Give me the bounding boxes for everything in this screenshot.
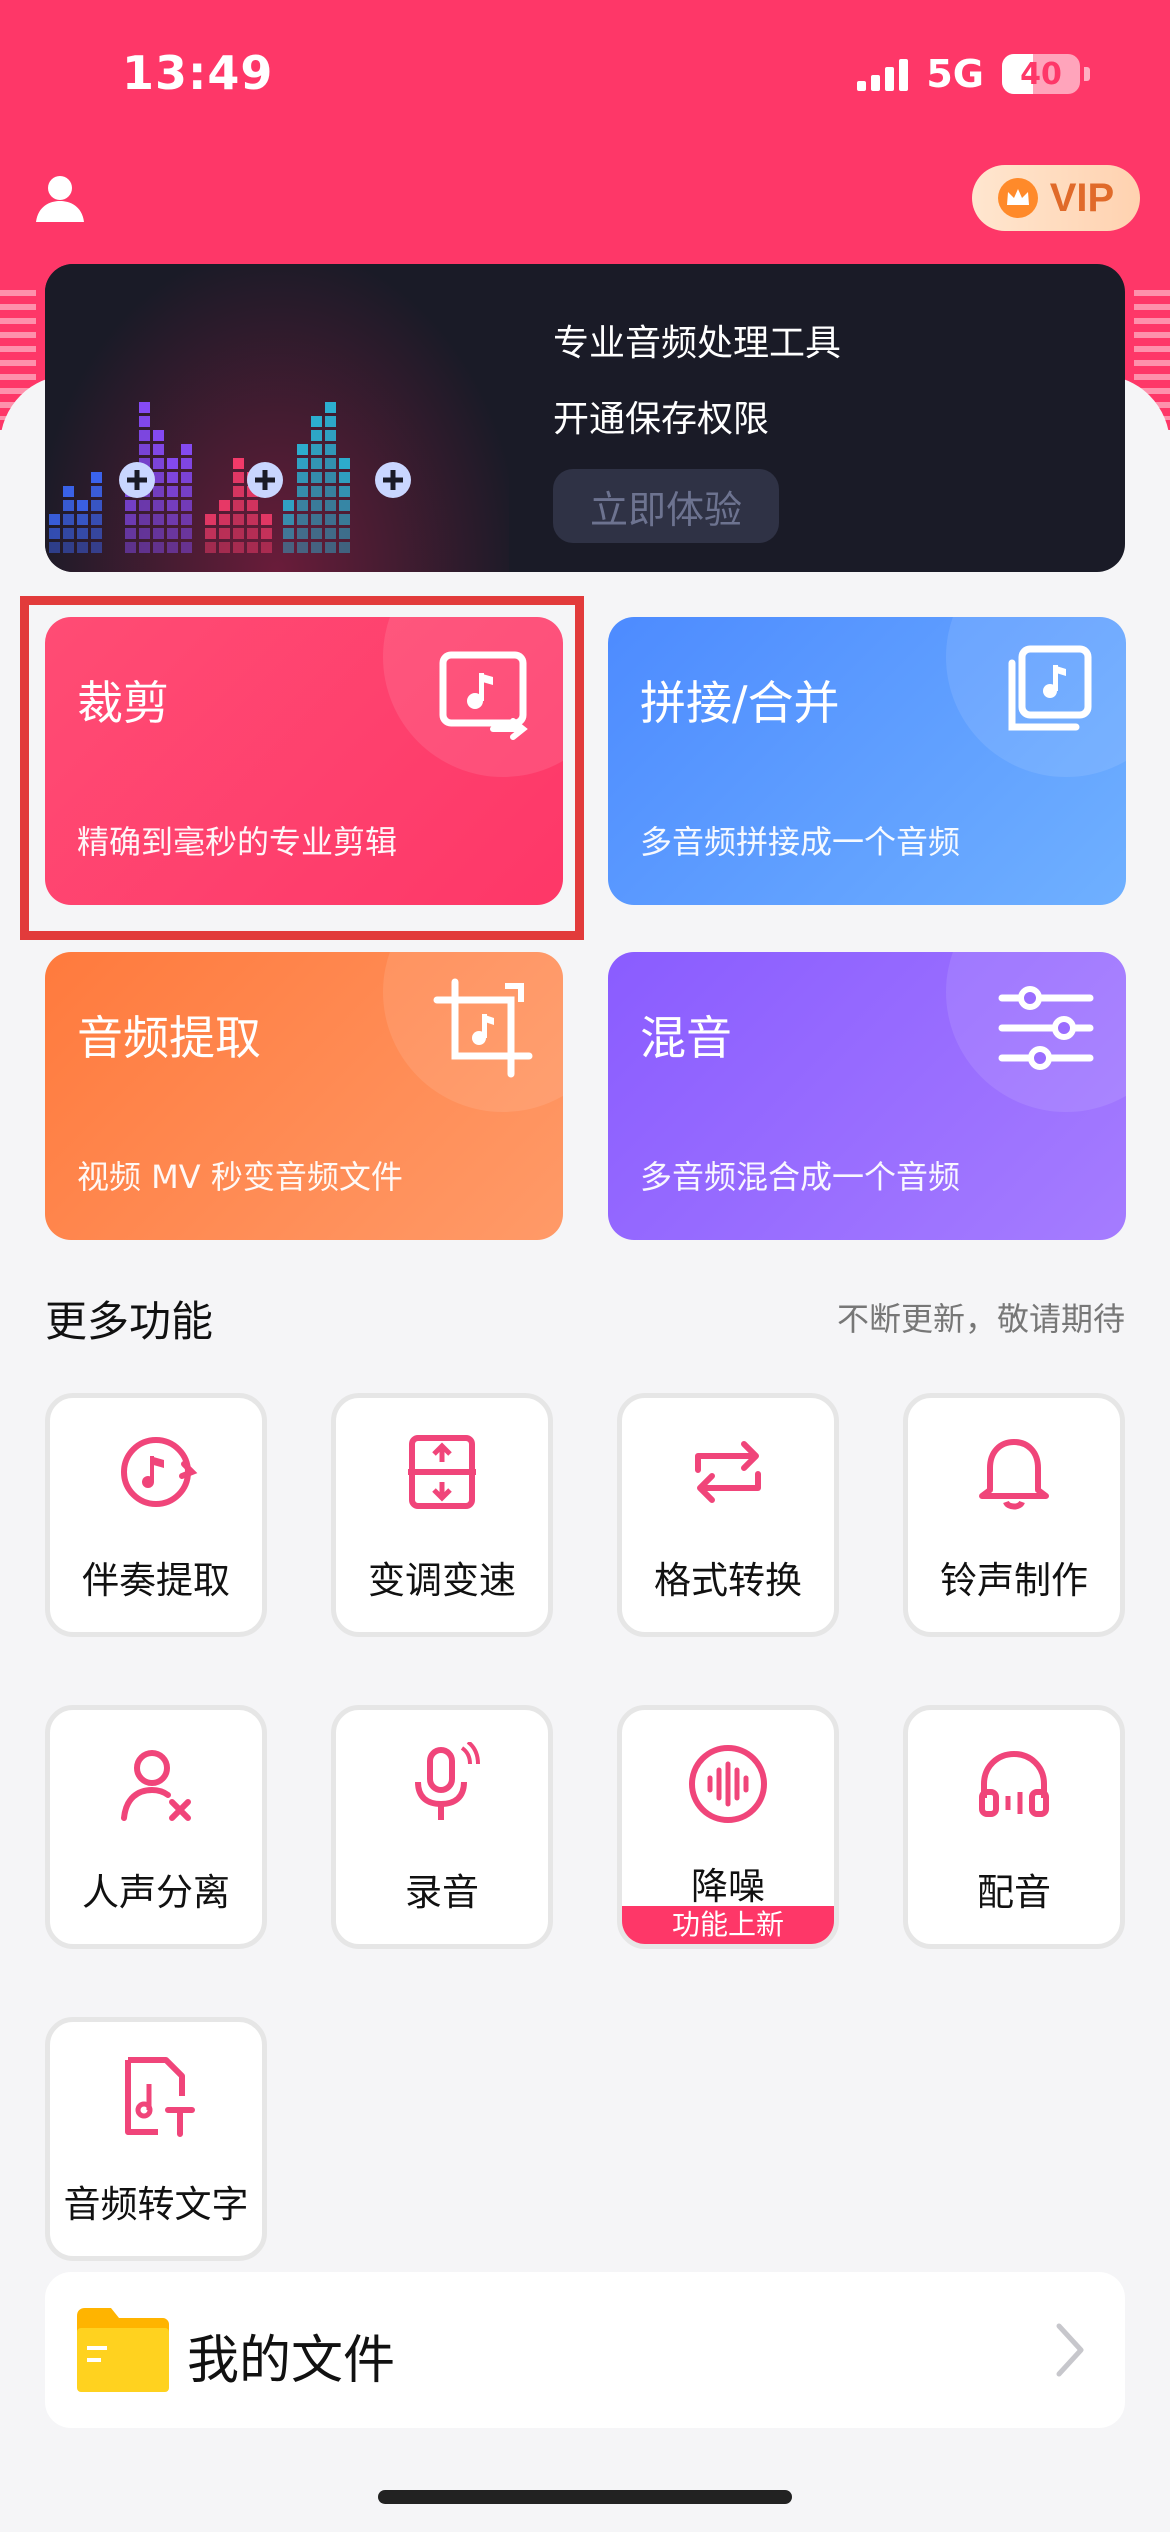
status-time: 13:49 xyxy=(122,46,274,100)
tool-label: 铃声制作 xyxy=(940,1559,1088,1602)
convert-arrows-icon xyxy=(695,1441,761,1503)
more-functions-title: 更多功能 xyxy=(45,1297,214,1346)
tool-accompaniment-extract[interactable]: 伴奏提取 xyxy=(45,1393,267,1637)
equalizer-illustration xyxy=(45,264,509,572)
more-functions-hint: 不断更新，敬请期待 xyxy=(836,1300,1125,1338)
merge-music-icon xyxy=(1008,645,1092,731)
extract-card[interactable]: 音频提取 视频 MV 秒变音频文件 xyxy=(45,952,563,1240)
tool-ringtone[interactable]: 铃声制作 xyxy=(903,1393,1125,1637)
tool-vocal-separation[interactable]: 人声分离 xyxy=(45,1705,267,1949)
tool-label: 配音 xyxy=(977,1871,1051,1914)
tool-record[interactable]: 录音 xyxy=(331,1705,553,1949)
network-type: 5G xyxy=(926,52,984,96)
my-files-row[interactable]: 我的文件 xyxy=(45,2272,1125,2428)
audio-document-icon xyxy=(125,2057,195,2137)
crown-icon xyxy=(997,178,1038,218)
card-title: 音频提取 xyxy=(77,1011,261,1065)
waveform-icon xyxy=(689,1745,767,1823)
banner-title: 专业音频处理工具 xyxy=(553,323,842,364)
battery-tip xyxy=(1084,67,1090,81)
person-remove-icon xyxy=(121,1750,191,1821)
vip-label: VIP xyxy=(1049,175,1115,220)
vip-button[interactable]: VIP xyxy=(972,165,1140,231)
tool-label: 变调变速 xyxy=(368,1559,516,1602)
card-subtitle: 视频 MV 秒变音频文件 xyxy=(77,1158,403,1196)
card-subtitle: 多音频拼接成一个音频 xyxy=(640,823,961,861)
card-title: 拼接/合并 xyxy=(640,676,840,730)
sliders-icon xyxy=(998,986,1094,1070)
folder-icon xyxy=(77,2308,169,2392)
join-card[interactable]: 拼接/合并 多音频拼接成一个音频 xyxy=(608,617,1126,905)
try-now-button[interactable]: 立即体验 xyxy=(553,469,779,543)
crop-music-icon xyxy=(433,978,533,1078)
mix-card[interactable]: 混音 多音频混合成一个音频 xyxy=(608,952,1126,1240)
equalizer-bars xyxy=(49,402,411,553)
cut-music-icon xyxy=(439,651,528,740)
plus-icon xyxy=(119,462,155,498)
tool-label: 降噪 xyxy=(691,1865,765,1908)
battery-icon: 40 xyxy=(1002,54,1080,94)
tool-label: 伴奏提取 xyxy=(82,1559,230,1602)
plus-icon xyxy=(247,462,283,498)
card-title: 混音 xyxy=(640,1011,732,1065)
profile-button[interactable] xyxy=(32,170,88,226)
signal-icon xyxy=(857,57,909,91)
headphones-icon xyxy=(979,1750,1049,1817)
tool-format-convert[interactable]: 格式转换 xyxy=(617,1393,839,1637)
tool-label: 人声分离 xyxy=(82,1871,230,1914)
tool-label: 格式转换 xyxy=(654,1559,802,1602)
chevron-right-icon xyxy=(1056,2323,1084,2377)
tool-label: 录音 xyxy=(405,1871,479,1914)
tool-dubbing[interactable]: 配音 xyxy=(903,1705,1125,1949)
plus-icon xyxy=(375,462,411,498)
status-indicators: 5G 40 xyxy=(857,52,1090,96)
promo-banner[interactable]: 专业音频处理工具 开通保存权限 立即体验 xyxy=(45,264,1125,572)
user-icon xyxy=(36,176,84,222)
tool-pitch-speed[interactable]: 变调变速 xyxy=(331,1393,553,1637)
pitch-speed-icon xyxy=(408,1435,476,1509)
card-subtitle: 多音频混合成一个音频 xyxy=(640,1158,961,1196)
battery-level: 40 xyxy=(1020,56,1062,92)
tool-label: 音频转文字 xyxy=(63,2183,249,2226)
new-feature-badge: 功能上新 xyxy=(622,1906,834,1944)
bell-icon xyxy=(979,1439,1049,1510)
home-indicator[interactable] xyxy=(378,2490,792,2504)
my-files-label: 我的文件 xyxy=(187,2331,396,2391)
tool-audio-to-text[interactable]: 音频转文字 xyxy=(45,2017,267,2261)
microphone-icon xyxy=(415,1742,480,1820)
banner-subtitle: 开通保存权限 xyxy=(553,399,770,440)
tool-denoise[interactable]: 降噪 功能上新 xyxy=(617,1705,839,1949)
accompaniment-icon xyxy=(121,1437,198,1507)
